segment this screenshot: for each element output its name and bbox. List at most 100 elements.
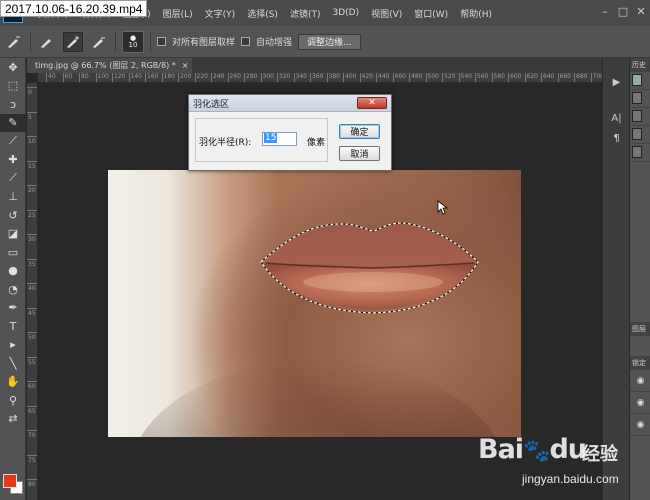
watermark-brand: Bai🐾du [478,434,587,465]
ruler-tick-label: 360 [309,73,324,82]
close-window-button[interactable]: ✕ [634,4,648,18]
history-step-icon [632,146,642,158]
ruler-tick-label: 55 [27,356,37,366]
ruler-tick-label: 280 [243,73,258,82]
eraser-tool-icon[interactable]: ◪ [0,225,26,244]
quick-selection-tool-icon[interactable]: ✎ [0,113,26,132]
lips-photo[interactable] [108,170,521,437]
layer-visibility-eye-icon[interactable]: ◉ [630,370,650,392]
maximize-button[interactable]: □ [616,4,630,18]
ruler-tick-label: 660 [557,73,571,82]
history-step[interactable] [632,128,650,144]
ruler-tick-label: 300 [260,73,274,82]
ruler-tick-label: 40 [27,283,37,292]
history-step-icon [632,128,642,140]
feather-radius-input[interactable]: 15 [262,132,297,146]
auto-enhance-label: 自动增强 [256,38,293,48]
dialog-close-button[interactable]: ✕ [357,97,387,109]
layer-visibility-eye-icon[interactable]: ◉ [630,392,650,414]
ruler-tick-label: 620 [524,73,538,82]
ruler-tick-label: 580 [491,73,505,82]
mouse-cursor-icon [437,200,449,215]
feather-radius-value: 15 [264,133,278,143]
gradient-tool-icon[interactable]: ▭ [0,243,26,262]
ruler-tick-label: 540 [458,73,472,82]
play-action-icon[interactable]: ▶ [603,72,630,92]
new-selection-icon[interactable] [37,32,57,52]
ruler-tick-label: 80 [27,479,37,488]
brush-tool-icon[interactable]: ⟋ [0,169,26,188]
ruler-tick-label: 25 [27,209,37,219]
menu-window[interactable]: 窗口(W) [408,7,454,20]
character-panel-icon[interactable]: A| [603,108,630,128]
history-snapshot[interactable] [632,74,650,90]
ruler-tick-label: 100 [95,73,109,82]
ruler-tick-label: 460 [392,73,406,82]
panel-spacer [630,162,650,322]
ruler-tick-label: 160 [144,73,159,82]
type-tool-icon[interactable]: T [0,317,26,336]
options-divider [150,31,151,52]
sample-all-layers-checkbox[interactable] [157,37,166,46]
watermark-brand-head: Bai [478,434,524,465]
layers-panel-tab[interactable]: 图层 [630,322,650,336]
watermark-url: jingyan.baidu.com [522,472,619,486]
options-bar: ● 10 对所有图层取样 自动增强 调整边缘... [0,26,650,58]
refine-edge-button[interactable]: 调整边缘... [298,33,361,50]
menu-view[interactable]: 视图(V) [365,7,408,20]
subtract-from-selection-icon[interactable] [89,32,109,52]
marquee-tool-icon[interactable]: ⬚ [0,77,26,96]
eyedropper-tool-icon[interactable]: ⟋ [0,132,26,151]
minimize-button[interactable]: – [598,4,612,18]
brush-size-picker[interactable]: ● 10 [122,30,144,53]
ruler-tick-label: 35 [27,258,37,268]
blur-tool-icon[interactable]: ● [0,262,26,281]
history-step[interactable] [632,92,650,108]
menu-type[interactable]: 文字(Y) [199,7,242,20]
menu-layer[interactable]: 图层(L) [157,7,199,20]
ruler-tick-label: 60 [27,381,37,390]
auto-enhance-checkbox[interactable] [241,37,251,46]
history-brush-tool-icon[interactable]: ↺ [0,206,26,225]
ruler-tick-label: 680 [573,73,588,82]
hand-tool-icon[interactable]: ✋ [0,373,26,392]
cancel-button[interactable]: 取消 [339,146,380,161]
ruler-tick-label: 40 [46,73,56,82]
menu-filter[interactable]: 滤镜(T) [284,7,327,20]
ruler-tick-label: 15 [27,160,37,170]
close-tab-icon[interactable]: × [182,61,189,70]
document-tab-bar: timg.jpg @ 66.7% (图层 2, RGB/8) * × [27,58,602,73]
history-panel-tab[interactable]: 历史 [630,58,650,72]
add-to-selection-icon[interactable] [63,31,83,52]
history-step[interactable] [632,146,650,162]
feather-radius-label: 羽化半径(R): [199,138,252,148]
swap-colors-icon[interactable]: ⇄ [0,410,26,429]
ruler-tick-label: 320 [276,73,291,82]
quick-selection-preset-icon[interactable] [4,32,24,52]
ruler-tick-label: 520 [441,73,456,82]
ruler-tick-label: 45 [27,307,37,317]
history-step[interactable] [632,110,650,126]
menu-help[interactable]: 帮助(H) [454,7,498,20]
move-tool-icon[interactable]: ✥ [0,58,26,77]
zoom-tool-icon[interactable]: ⚲ [0,391,26,410]
paw-icon: 🐾 [523,439,550,464]
document-tab[interactable]: timg.jpg @ 66.7% (图层 2, RGB/8) * × [27,58,192,73]
dialog-body: 羽化半径(R): 15 像素 确定 取消 [189,112,391,170]
clone-stamp-tool-icon[interactable]: ⊥ [0,188,26,207]
ruler-tick-label: 30 [27,234,37,243]
menu-select[interactable]: 选择(S) [241,7,284,20]
foreground-color-swatch[interactable] [3,474,17,488]
ruler-tick-label: 0 [27,87,37,96]
dodge-tool-icon[interactable]: ◔ [0,280,26,299]
line-tool-icon[interactable]: ╲ [0,354,26,373]
pen-tool-icon[interactable]: ✒ [0,299,26,318]
menu-3d[interactable]: 3D(D) [326,8,365,18]
paragraph-panel-icon[interactable]: ¶ [603,128,630,148]
healing-brush-tool-icon[interactable]: ✚ [0,151,26,170]
ruler-tick-label: 200 [177,73,192,82]
path-selection-tool-icon[interactable]: ▸ [0,336,26,355]
lasso-tool-icon[interactable]: ↄ [0,95,26,114]
ruler-tick-label: 120 [111,73,126,82]
ok-button[interactable]: 确定 [339,124,380,139]
